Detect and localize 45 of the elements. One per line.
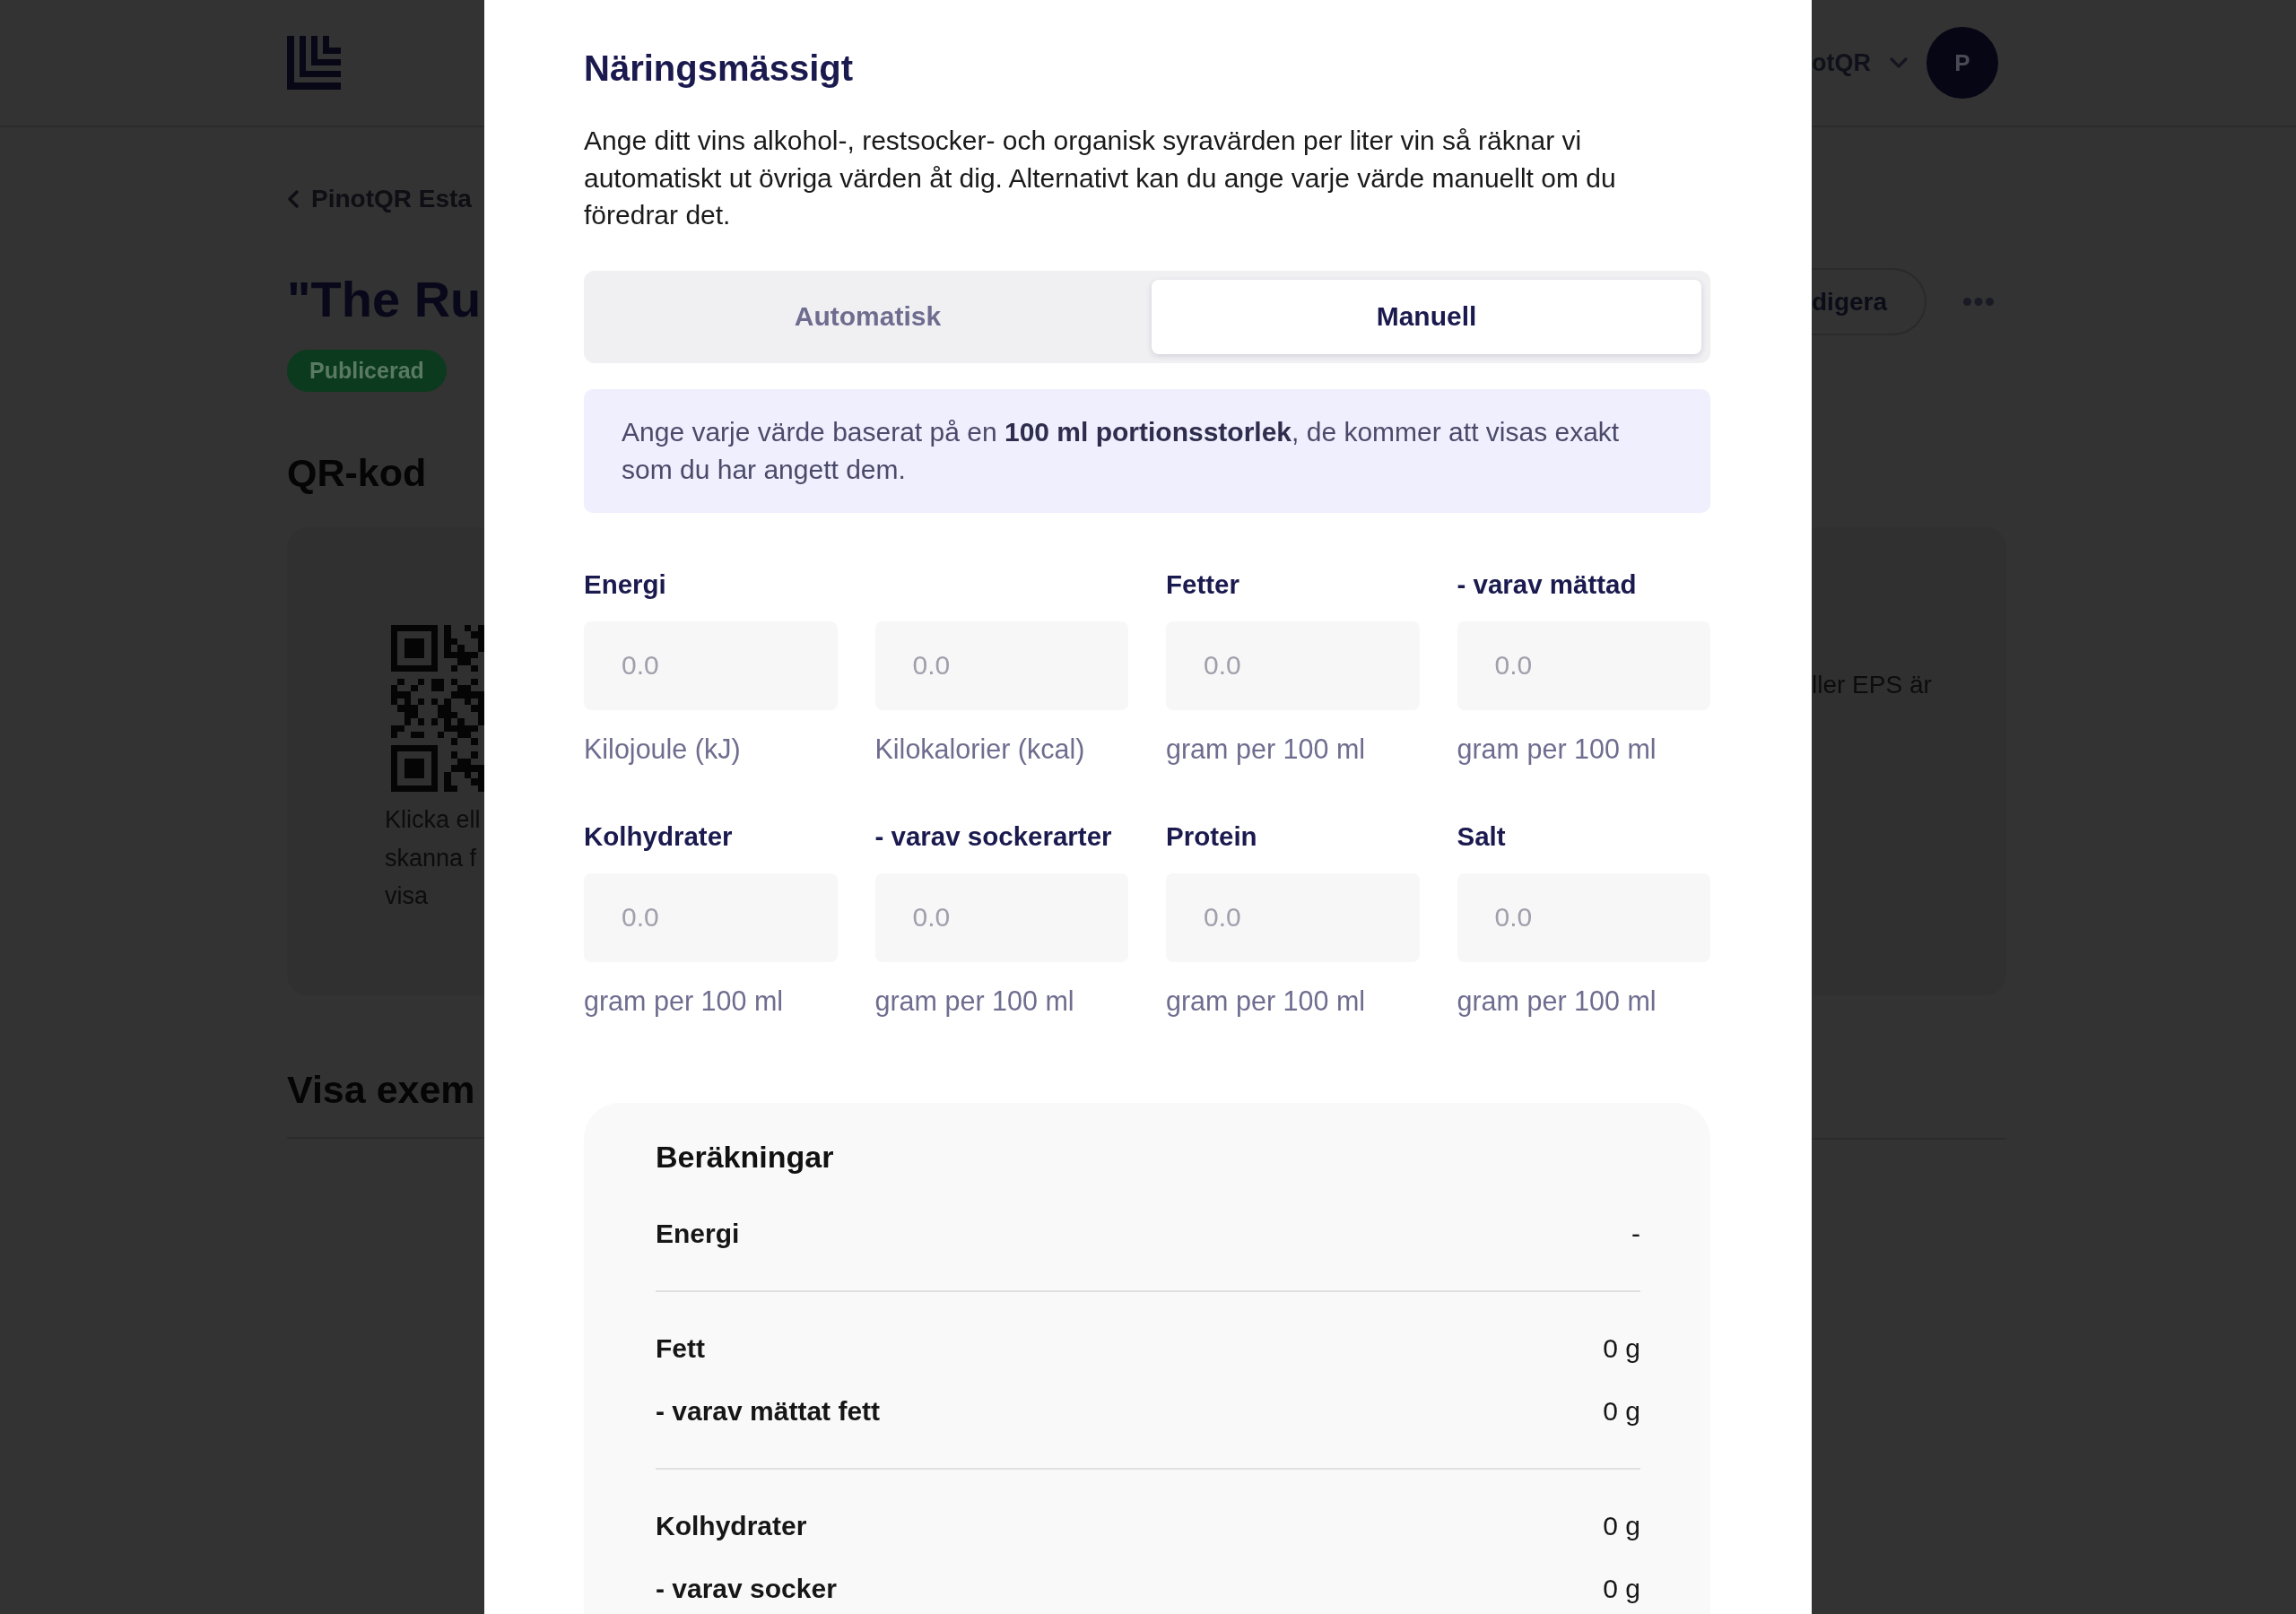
row-label: Energi <box>656 1218 740 1249</box>
row-value: 0 g <box>1603 1395 1640 1427</box>
input-field[interactable]: 0.0 <box>874 620 1128 710</box>
input-field[interactable]: 0.0 <box>874 872 1128 962</box>
input-field[interactable]: 0.0 <box>1457 620 1710 710</box>
row-value: - <box>1631 1218 1640 1249</box>
row-label: - varav socker <box>656 1573 837 1604</box>
unit-label: gram per 100 ml <box>1166 732 1366 765</box>
more-icon[interactable] <box>1963 298 1995 306</box>
chevron-left-icon <box>287 190 299 208</box>
unit-label: gram per 100 ml <box>1457 984 1657 1017</box>
unit-label: gram per 100 ml <box>584 984 784 1017</box>
input-field[interactable]: 0.0 <box>584 620 838 710</box>
mode-tab[interactable]: Automatisk <box>593 279 1143 354</box>
avatar[interactable]: P <box>1926 27 1998 99</box>
row-label: - varav mättat fett <box>656 1395 881 1427</box>
field-label: Kolhydrater <box>584 820 733 853</box>
mode-tab[interactable]: Manuell <box>1152 279 1701 354</box>
unit-label: gram per 100 ml <box>874 984 1074 1017</box>
row-label: Fett <box>656 1332 705 1364</box>
field-label: - varav mättad <box>1457 568 1637 601</box>
unit-label: gram per 100 ml <box>1457 732 1657 765</box>
row-value: 0 g <box>1603 1510 1640 1541</box>
info-note: Ange varje värde baserat på en 100 ml portionsstorlek, de kommer att visas exakt som du har angett dem. <box>584 388 1710 513</box>
input-field[interactable]: 0.0 <box>1166 620 1420 710</box>
input-field[interactable]: 0.0 <box>584 872 838 962</box>
input-field[interactable]: 0.0 <box>1166 872 1420 962</box>
field-label: - varav sockerarter <box>874 820 1112 853</box>
logo[interactable] <box>287 36 341 90</box>
row-value: 0 g <box>1603 1332 1640 1364</box>
row-label: Kolhydrater <box>656 1510 807 1541</box>
calculations-title: Beräkningar <box>656 1138 834 1176</box>
field-label: Salt <box>1457 820 1506 853</box>
input-field[interactable]: 0.0 <box>1457 872 1710 962</box>
unit-label: Kilokalorier (kcal) <box>874 732 1085 765</box>
status-badge: Publicerad <box>287 350 447 392</box>
row-value: 0 g <box>1603 1573 1640 1604</box>
field-label: Energi <box>584 568 666 601</box>
field-label: Fetter <box>1166 568 1239 601</box>
dialog-title: Näringsmässigt <box>584 48 854 90</box>
field-label: Protein <box>1166 820 1257 853</box>
unit-label: gram per 100 ml <box>1166 984 1366 1017</box>
chevron-down-icon <box>1890 57 1908 68</box>
dialog-description: Ange ditt vins alkohol-, restsocker- och organisk syravärden per liter vin så räknar vi automatiskt ut övriga värden åt dig. Alternativt kan du ange varje värde manuellt om du föredrar det. <box>584 125 1617 231</box>
unit-label: Kilojoule (kJ) <box>584 732 741 765</box>
